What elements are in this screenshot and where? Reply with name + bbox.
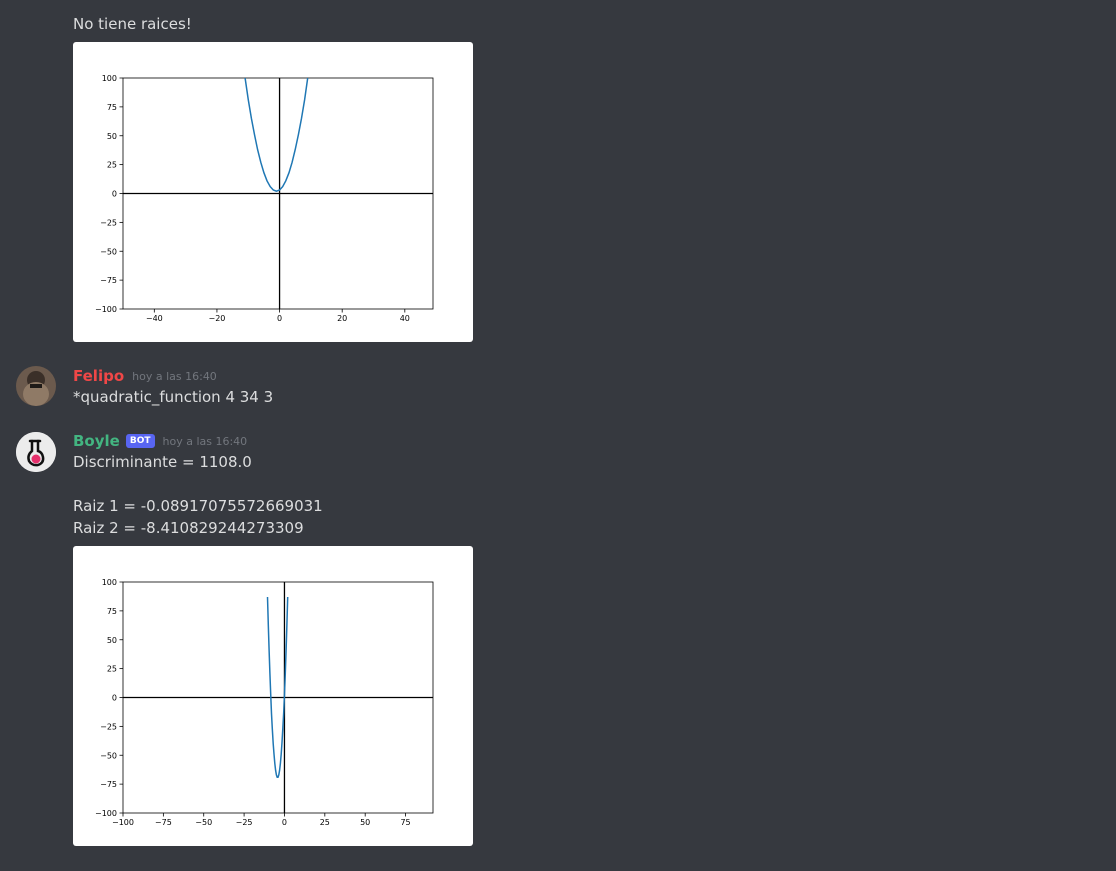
quadratic-plot-1: −40 −20 0 20 40 100 75 50 25 0 −25 −50 −75 −100 [95,74,434,323]
x-tick-label: −75 [155,818,172,827]
x-tick-label: −40 [146,314,163,323]
quadratic-plot-2: −100 −75 −50 −25 0 25 50 75 100 75 50 25 0 −25 −50 −75 −… [95,578,434,827]
x-tick-label: −50 [195,818,212,827]
y-tick-label: 25 [107,161,117,170]
y-tick-label: −75 [100,276,117,285]
message-line-discriminant: Discriminante = 1108.0 [73,453,252,471]
x-tick-label: 50 [360,818,370,827]
y-tick-label: 100 [102,74,117,83]
x-tick-label: 0 [282,818,287,827]
y-tick-label: −25 [100,218,117,227]
timestamp: hoy a las 16:40 [132,369,217,383]
bot-avatar-flask-icon [16,432,56,472]
y-tick-label: −75 [100,780,117,789]
x-tick-label: 25 [320,818,330,827]
chart-image-2[interactable]: −100 −75 −50 −25 0 25 50 75 100 75 50 25 0 −25 −50 −75 −… [73,546,473,846]
y-tick-label: 75 [107,607,117,616]
timestamp: hoy a las 16:40 [162,434,248,448]
y-tick-label: 0 [112,190,117,199]
y-tick-label: 75 [107,103,117,112]
message-line-root-2: Raiz 2 = -8.410829244273309 [73,519,304,537]
x-tick-label: 40 [400,314,410,323]
y-tick-label: −100 [95,305,117,314]
chat-messages: No tiene raices! −40 −20 0 20 40 100 75 50 25 0 −2… [0,0,1116,871]
x-tick-label: 75 [400,818,410,827]
y-tick-label: −25 [100,722,117,731]
x-tick-label: 0 [277,314,282,323]
y-tick-label: 100 [102,578,117,587]
x-tick-label: −100 [112,818,134,827]
x-tick-label: −25 [236,818,253,827]
y-tick-label: −50 [100,247,117,256]
y-tick-label: −100 [95,809,117,818]
x-tick-label: −20 [208,314,225,323]
avatar[interactable] [16,366,56,406]
y-tick-label: −50 [100,751,117,760]
username[interactable]: Boyle [73,432,120,450]
username[interactable]: Felipo [73,367,124,385]
x-tick-label: 20 [337,314,347,323]
user-avatar-image [16,366,56,406]
message-text: *quadratic_function 4 34 3 [73,388,274,406]
message-text: No tiene raices! [73,15,192,33]
message-header: Boyle BOT hoy a las 16:40 [73,430,247,452]
chart-image-1[interactable]: −40 −20 0 20 40 100 75 50 25 0 −25 −50 −75 −100 [73,42,473,342]
bot-badge: BOT [125,434,155,448]
y-tick-label: 50 [107,132,117,141]
message-line-root-1: Raiz 1 = -0.08917075572669031 [73,497,323,515]
message-header: Felipo hoy a las 16:40 [73,365,217,387]
y-tick-label: 50 [107,636,117,645]
avatar[interactable] [16,432,56,472]
y-tick-label: 0 [112,694,117,703]
y-tick-label: 25 [107,665,117,674]
